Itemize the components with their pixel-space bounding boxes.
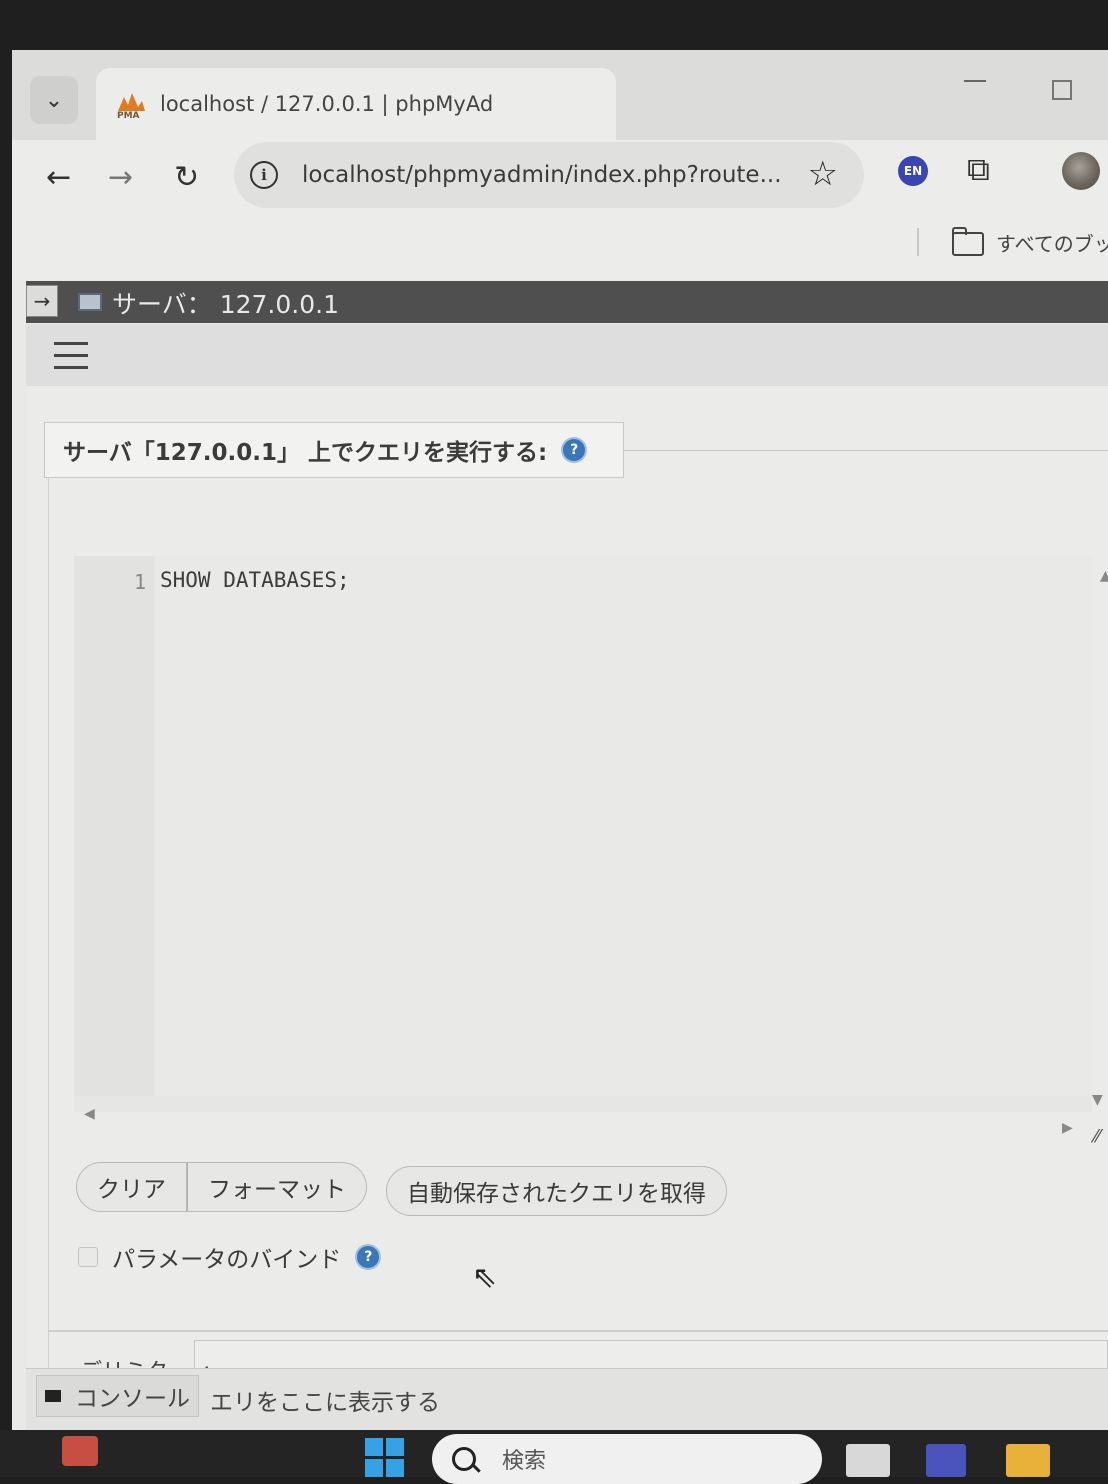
tab-search-button[interactable]: ⌄ bbox=[30, 76, 78, 124]
section-divider bbox=[48, 1330, 1108, 1332]
forward-icon[interactable]: → bbox=[108, 160, 133, 195]
editor-button-group: クリア フォーマット bbox=[76, 1162, 367, 1212]
browser-tab[interactable]: PMA localhost / 127.0.0.1 | phpMyAd bbox=[96, 68, 616, 140]
bookmarks-separator bbox=[917, 228, 919, 256]
taskbar-app-icon[interactable] bbox=[926, 1444, 966, 1477]
legend-title: サーバ「127.0.0.1」 上でクエリを実行する: bbox=[63, 440, 548, 466]
console-icon bbox=[45, 1390, 61, 1402]
server-icon bbox=[78, 293, 102, 311]
console-tab[interactable]: コンソール bbox=[36, 1375, 199, 1417]
pma-logo: PMA bbox=[114, 89, 148, 121]
taskbar: 検索 bbox=[0, 1430, 1108, 1484]
get-autosaved-query-button[interactable]: 自動保存されたクエリを取得 bbox=[386, 1166, 727, 1216]
address-bar[interactable]: i localhost/phpmyadmin/index.php?route..… bbox=[234, 142, 864, 208]
svg-text:PMA: PMA bbox=[117, 111, 140, 119]
maximize-button[interactable] bbox=[1052, 80, 1072, 100]
collapse-arrow-icon[interactable]: → bbox=[26, 285, 58, 317]
back-icon[interactable]: ← bbox=[46, 160, 71, 195]
query-text: SHOW DATABASES; bbox=[160, 568, 350, 592]
language-extension-icon[interactable]: EN bbox=[898, 156, 928, 186]
breadcrumb-server[interactable]: サーバ： 127.0.0.1 bbox=[112, 285, 339, 321]
tab-strip: ⌄ PMA localhost / 127.0.0.1 | phpMyAd bbox=[12, 50, 1108, 140]
hamburger-icon[interactable] bbox=[54, 342, 88, 378]
bind-parameters-checkbox[interactable] bbox=[78, 1247, 98, 1267]
bookmarks-bar bbox=[12, 220, 1108, 280]
query-legend: サーバ「127.0.0.1」 上でクエリを実行する: ? bbox=[44, 422, 624, 478]
cursor-icon: ⇖ bbox=[472, 1260, 498, 1295]
start-icon[interactable] bbox=[365, 1438, 405, 1478]
folder-icon[interactable] bbox=[952, 227, 984, 256]
code-area[interactable]: SHOW DATABASES; bbox=[156, 556, 1092, 1096]
scroll-left-arrow[interactable]: ◀ bbox=[84, 1106, 95, 1122]
help-icon[interactable]: ? bbox=[357, 1246, 380, 1268]
browser-window: ⌄ PMA localhost / 127.0.0.1 | phpMyAd ← … bbox=[12, 50, 1108, 1430]
reload-icon[interactable]: ↻ bbox=[174, 160, 199, 195]
top-menu bbox=[26, 324, 1108, 386]
format-button[interactable]: フォーマット bbox=[187, 1162, 367, 1212]
avatar-icon[interactable] bbox=[1062, 152, 1100, 190]
breadcrumb: → サーバ： 127.0.0.1 bbox=[26, 281, 1108, 323]
search-label: 検索 bbox=[502, 1449, 547, 1474]
chevron-down-icon: ⌄ bbox=[44, 87, 64, 113]
console-label: コンソール bbox=[75, 1386, 190, 1412]
taskbar-app-icon[interactable] bbox=[846, 1444, 890, 1477]
scroll-up-arrow[interactable]: ▲ bbox=[1100, 568, 1108, 584]
console-message: エリをここに表示する bbox=[210, 1390, 440, 1416]
help-icon[interactable]: ? bbox=[563, 439, 586, 461]
all-bookmarks-label[interactable]: すべてのブック bbox=[996, 228, 1108, 257]
clear-button[interactable]: クリア bbox=[76, 1162, 187, 1212]
fieldset-border bbox=[624, 450, 1108, 451]
tab-title: localhost / 127.0.0.1 | phpMyAd bbox=[160, 92, 494, 116]
resize-handle[interactable]: ⁄⁄ bbox=[1094, 1126, 1100, 1147]
scroll-down-arrow[interactable]: ▼ bbox=[1092, 1092, 1103, 1108]
fieldset-border-left bbox=[48, 478, 49, 1428]
console-bar: コンソール エリをここに表示する bbox=[26, 1368, 1108, 1430]
sql-query-panel: サーバ「127.0.0.1」 上でクエリを実行する: ? 1 SHOW DATA… bbox=[26, 386, 1108, 1430]
taskbar-app-icon[interactable] bbox=[1006, 1444, 1050, 1477]
minimize-button[interactable] bbox=[964, 80, 986, 82]
star-icon[interactable]: ☆ bbox=[808, 154, 838, 194]
bind-parameters-row: パラメータのバインド ? bbox=[78, 1240, 380, 1274]
info-icon[interactable]: i bbox=[250, 161, 278, 189]
search-icon bbox=[452, 1447, 476, 1471]
puzzle-icon[interactable]: ⧉ bbox=[967, 150, 990, 189]
editor-gutter: 1 bbox=[74, 556, 154, 1096]
bind-parameters-label[interactable]: パラメータのバインド bbox=[112, 1240, 341, 1274]
sql-editor[interactable]: 1 SHOW DATABASES; bbox=[74, 556, 1092, 1112]
scroll-right-arrow[interactable]: ▶ bbox=[1062, 1120, 1073, 1136]
line-number: 1 bbox=[134, 570, 147, 594]
url-text: localhost/phpmyadmin/index.php?route... bbox=[302, 162, 782, 188]
taskbar-app-icon[interactable] bbox=[62, 1436, 98, 1466]
